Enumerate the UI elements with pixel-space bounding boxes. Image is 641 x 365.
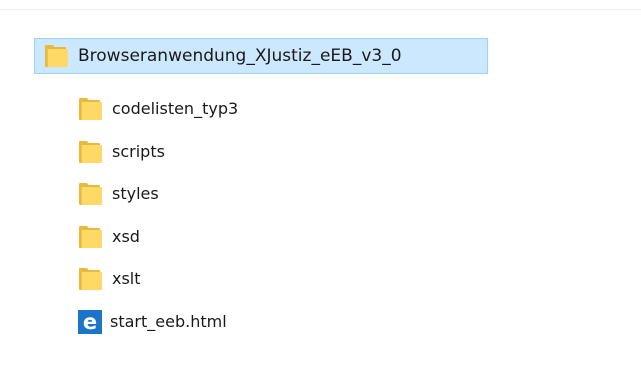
- folder-icon: [78, 225, 102, 249]
- tree-item-label: styles: [112, 184, 159, 203]
- folder-icon: [78, 140, 102, 164]
- tree-item-scripts[interactable]: scripts: [78, 138, 338, 166]
- tree-item-codelisten-typ3[interactable]: codelisten_typ3: [78, 95, 338, 123]
- folder-icon: [78, 267, 102, 291]
- tree-item-label: Browseranwendung_XJustiz_eEB_v3_0: [78, 46, 402, 66]
- tree-item-label: xsd: [112, 227, 140, 246]
- tree-item-label: start_eeb.html: [110, 312, 227, 331]
- folder-tree: Browseranwendung_XJustiz_eEB_v3_0 codeli…: [0, 0, 641, 365]
- tree-item-xsd[interactable]: xsd: [78, 223, 338, 251]
- folder-icon: [78, 97, 102, 121]
- tree-item-start-eeb-html[interactable]: e start_eeb.html: [78, 308, 338, 336]
- folder-icon: [78, 182, 102, 206]
- svg-text:e: e: [83, 310, 97, 334]
- edge-html-file-icon: e: [78, 310, 102, 334]
- folder-icon: [44, 44, 68, 68]
- tree-item-styles[interactable]: styles: [78, 180, 338, 208]
- tree-item-label: scripts: [112, 142, 165, 161]
- tree-item-label: codelisten_typ3: [112, 99, 239, 118]
- tree-item-root-folder[interactable]: Browseranwendung_XJustiz_eEB_v3_0: [34, 38, 488, 74]
- tree-item-xslt[interactable]: xslt: [78, 265, 338, 293]
- tree-item-label: xslt: [112, 269, 141, 288]
